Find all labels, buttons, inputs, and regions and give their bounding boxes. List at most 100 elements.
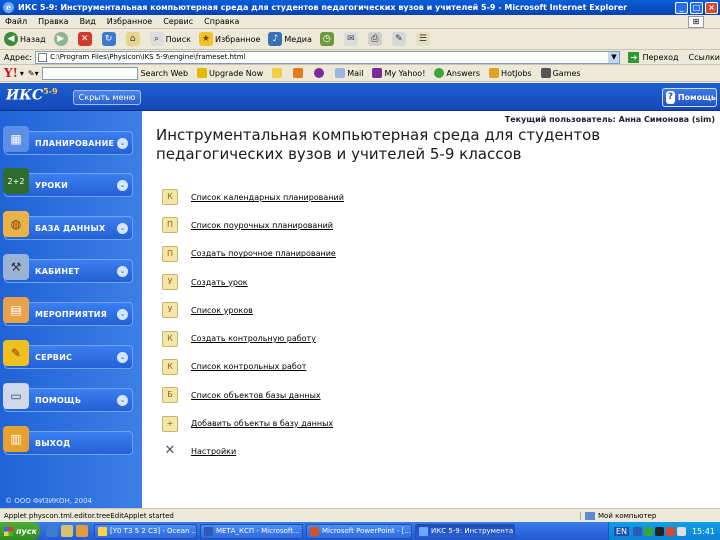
pencil-icon[interactable]: ✎▾ — [28, 69, 39, 78]
taskbar-item[interactable]: [Y0 T3 5 2 C3] - Ocean ... — [94, 523, 197, 539]
sidebar-item-lessons[interactable]: 2+2 УРОКИ ⌄ — [3, 168, 133, 197]
mail-icon: ✉ — [343, 32, 358, 46]
quick-launch — [46, 525, 91, 537]
upgrade-now-button[interactable]: Upgrade Now — [197, 68, 263, 78]
link-database-objects[interactable]: Список объектов базы данных — [191, 391, 321, 400]
home-button[interactable]: ⌂ — [125, 32, 142, 46]
search-button[interactable]: ⌕ Поиск — [149, 32, 191, 46]
yahoo-search-input[interactable] — [41, 66, 138, 80]
menu-edit[interactable]: Правка — [38, 17, 68, 26]
sidebar-item-events[interactable]: ▤ МЕРОПРИЯТИЯ ⌄ — [3, 297, 133, 326]
app-logo: ИКС5-9 — [6, 86, 58, 104]
forward-button[interactable]: ▶ — [53, 32, 70, 46]
browser-quicklaunch-icon[interactable] — [46, 525, 58, 537]
sidebar-item-planning[interactable]: ▦ ПЛАНИРОВАНИЕ ⌄ — [3, 126, 133, 155]
yahoo-mail-button[interactable]: Mail — [335, 68, 363, 78]
games-button[interactable]: Games — [540, 68, 581, 78]
system-tray: EN 15:41 — [607, 522, 720, 540]
close-button[interactable]: × — [705, 1, 718, 14]
history-button[interactable]: ◷ — [319, 32, 336, 46]
tray-volume-icon[interactable] — [676, 526, 686, 536]
app-header: ИКС5-9 Скрыть меню ? Помощь — [0, 83, 720, 111]
hide-menu-button[interactable]: Скрыть меню — [73, 90, 141, 105]
minimize-button[interactable]: _ — [675, 1, 688, 14]
new-lesson-plan-icon: П — [162, 245, 178, 262]
print-icon: ⎙ — [367, 32, 382, 46]
mail-label: Mail — [347, 68, 364, 78]
games-label: Games — [552, 68, 581, 78]
link-add-objects[interactable]: Добавить объекты в базу данных — [191, 419, 333, 428]
tray-security-icon[interactable] — [654, 526, 664, 536]
list-item: К Список контрольных работ — [162, 353, 344, 381]
yahoo-dropdown-icon[interactable]: ▾ — [20, 69, 24, 78]
language-indicator[interactable]: EN — [613, 526, 629, 536]
taskbar-item[interactable]: МЕТА_КСП - Microsoft... — [200, 523, 303, 539]
discuss-button[interactable]: ☰ — [415, 32, 432, 46]
answers-button[interactable]: Answers — [434, 68, 480, 78]
refresh-button[interactable]: ↻ — [101, 32, 118, 46]
mail-button[interactable]: ✉ — [343, 32, 360, 46]
yahoo-o-button[interactable] — [314, 68, 326, 78]
hotjobs-label: HotJobs — [501, 68, 532, 78]
media-quicklaunch-icon[interactable] — [76, 525, 88, 537]
taskbar-item-label: [Y0 T3 5 2 C3] - Ocean ... — [110, 527, 197, 535]
envelope-icon — [335, 68, 346, 78]
menu-tools[interactable]: Сервис — [163, 17, 193, 26]
tray-app-icon[interactable] — [632, 526, 642, 536]
back-button[interactable]: ◀ Назад — [4, 32, 46, 46]
favorites-button[interactable]: ★ Избранное — [198, 32, 260, 46]
maximize-button[interactable]: □ — [690, 1, 703, 14]
my-yahoo-button[interactable]: My Yahoo! — [372, 68, 425, 78]
help-button[interactable]: ? Помощь — [662, 88, 717, 107]
link-create-lesson-plan[interactable]: Создать поурочное планирование — [191, 249, 336, 258]
menu-help[interactable]: Справка — [204, 17, 239, 26]
link-create-test[interactable]: Создать контрольную работу — [191, 334, 316, 343]
status-bar: Applet physcon.tml.editor.treeEditApplet… — [0, 508, 720, 522]
menu-favorites[interactable]: Избранное — [107, 17, 152, 26]
help-label: Помощь — [677, 93, 716, 102]
chevron-down-icon: ⌄ — [117, 222, 128, 234]
sidebar-item-service[interactable]: ✎ СЕРВИС ⌄ — [3, 340, 133, 369]
media-icon: ♪ — [268, 32, 283, 46]
link-lesson-plans[interactable]: Список поурочных планирований — [191, 221, 333, 230]
menu-file[interactable]: Файл — [5, 17, 27, 26]
highlight-button[interactable] — [272, 68, 284, 78]
edit-button[interactable]: ✎ — [391, 32, 408, 46]
search-web-button[interactable]: Search Web — [141, 69, 188, 78]
link-calendar-plans[interactable]: Список календарных планирований — [191, 193, 344, 202]
taskbar-item[interactable]: Microsoft PowerPoint - [... — [306, 523, 412, 539]
edit-icon: ✎ — [391, 32, 406, 46]
link-settings[interactable]: Настройки — [191, 447, 236, 456]
go-button[interactable]: ➔ Переход — [628, 51, 679, 63]
yahoo-logo-icon[interactable]: Y! — [4, 66, 18, 80]
clock[interactable]: 15:41 — [692, 527, 715, 536]
start-button[interactable]: пуск — [0, 522, 40, 540]
link-create-lesson[interactable]: Создать урок — [191, 278, 248, 287]
sidebar-item-exit[interactable]: ▥ ВЫХОД — [3, 426, 133, 455]
window-title-bar[interactable]: e ИКС 5-9: Инструментальная компьютерная… — [0, 0, 720, 15]
chevron-down-icon: ⌄ — [117, 308, 128, 320]
ie-logo-icon: e — [3, 2, 14, 13]
desktop-quicklaunch-icon[interactable] — [61, 525, 73, 537]
address-input[interactable]: C:\Program Files\Physicon\IKS 5-9\engine… — [35, 50, 621, 64]
address-dropdown-icon[interactable]: ▼ — [608, 51, 620, 63]
print-button[interactable]: ⎙ — [367, 32, 384, 46]
question-icon: ? — [666, 91, 675, 104]
bookmark-button[interactable] — [293, 68, 305, 78]
zone-label: Мой компьютер — [598, 511, 657, 520]
menu-view[interactable]: Вид — [80, 17, 96, 26]
link-lessons[interactable]: Список уроков — [191, 306, 253, 315]
link-tests[interactable]: Список контрольных работ — [191, 362, 306, 371]
sidebar-item-cabinet[interactable]: ⚒ КАБИНЕТ ⌄ — [3, 254, 133, 283]
sidebar-item-help[interactable]: ▭ ПОМОЩЬ ⌄ — [3, 383, 133, 412]
list-item: П Создать поурочное планирование — [162, 240, 344, 268]
sidebar-item-database[interactable]: ◍ БАЗА ДАННЫХ ⌄ — [3, 211, 133, 240]
tray-network-icon[interactable] — [643, 526, 653, 536]
links-button[interactable]: Ссылки — [689, 53, 720, 62]
hotjobs-button[interactable]: HotJobs — [489, 68, 532, 78]
sidebar-item-label: УРОКИ — [35, 180, 69, 190]
taskbar-item-active[interactable]: ИКС 5-9: Инструмента... — [415, 523, 515, 539]
tray-alert-icon[interactable] — [665, 526, 675, 536]
stop-button[interactable]: ✕ — [77, 32, 94, 46]
media-button[interactable]: ♪ Медиа — [268, 32, 312, 46]
